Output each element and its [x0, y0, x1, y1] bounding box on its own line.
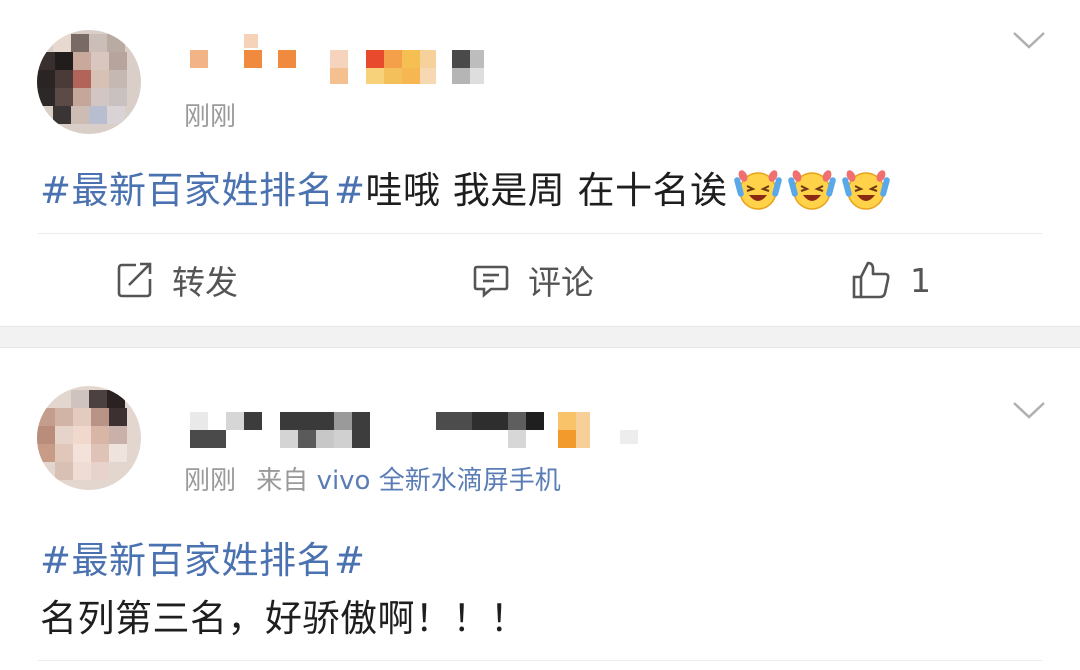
post-time: 刚刚	[184, 102, 237, 132]
repost-icon	[117, 262, 152, 298]
comment-label: 评论	[528, 263, 594, 302]
avatar[interactable]	[37, 386, 141, 490]
weibo-post-1: 刚刚 #最新百家姓排名#哇哦 我是周 在十名诶 转发 评论 1	[0, 0, 1080, 326]
laugh-cry-emoji	[733, 170, 782, 210]
chevron-down-icon[interactable]	[1012, 30, 1046, 50]
divider	[38, 233, 1042, 234]
laugh-cry-emoji	[841, 170, 890, 210]
comment-button[interactable]: 评论	[472, 258, 594, 302]
source-prefix: 来自	[256, 466, 309, 496]
post-text: 哇哦 我是周 在十名诶	[365, 169, 728, 212]
avatar[interactable]	[37, 30, 141, 134]
post-meta: 刚刚 来自 vivo 全新水滴屏手机	[184, 460, 561, 497]
divider	[38, 660, 1042, 661]
post-content: #最新百家姓排名#哇哦 我是周 在十名诶	[40, 160, 890, 214]
emoji-row	[728, 169, 890, 212]
topic-link[interactable]: #最新百家姓排名#	[40, 169, 366, 212]
username[interactable]	[190, 34, 490, 84]
chevron-down-icon[interactable]	[1012, 400, 1046, 420]
repost-button[interactable]: 转发	[116, 258, 238, 302]
thumbs-up-icon	[852, 261, 890, 299]
feed-separator	[0, 326, 1080, 348]
source-link[interactable]: vivo 全新水滴屏手机	[317, 466, 561, 496]
laugh-cry-emoji	[787, 170, 836, 210]
like-button[interactable]: 1	[850, 258, 931, 302]
username[interactable]	[190, 412, 650, 452]
post-topic: #最新百家姓排名#	[40, 530, 366, 584]
topic-link[interactable]: #最新百家姓排名#	[40, 539, 366, 582]
post-time: 刚刚	[184, 466, 237, 496]
post-text: 名列第三名，好骄傲啊！！！	[40, 597, 528, 640]
comment-icon	[473, 265, 509, 298]
repost-label: 转发	[172, 263, 238, 302]
like-count: 1	[910, 260, 931, 300]
weibo-post-2: 刚刚 来自 vivo 全新水滴屏手机 #最新百家姓排名# 名列第三名，好骄傲啊！…	[0, 348, 1080, 670]
